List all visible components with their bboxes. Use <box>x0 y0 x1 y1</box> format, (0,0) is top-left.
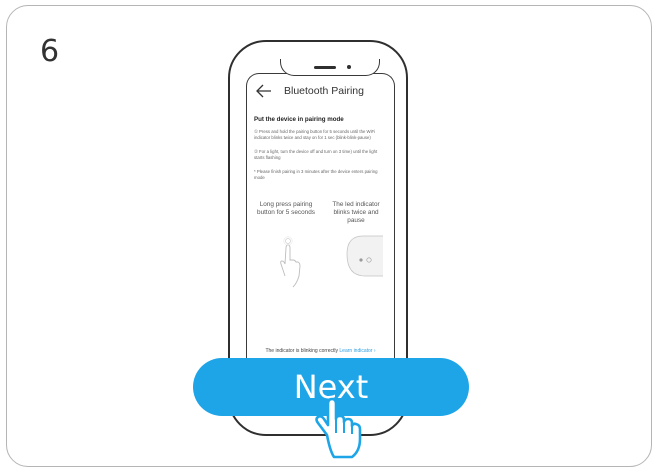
pairing-heading: Put the device in pairing mode <box>254 116 344 123</box>
arrow-left-icon[interactable] <box>255 82 273 100</box>
indicator-status: The indicator is blinking correctly Lear… <box>247 348 394 354</box>
instruction-2: ② For a light, turn the device off and t… <box>254 149 378 160</box>
illustration-label-led: The led indicator blinks twice and pause <box>332 201 380 224</box>
screen-header: Bluetooth Pairing <box>247 82 394 104</box>
learn-indicator-link[interactable]: Learn indicator › <box>339 348 375 354</box>
speaker-icon <box>314 66 336 69</box>
phone-screen: Bluetooth Pairing Put the device in pair… <box>246 73 395 373</box>
illustration-label-press: Long press pairing button for 5 seconds <box>257 201 315 216</box>
finger-press-icon <box>280 236 301 288</box>
step-number: 6 <box>40 34 60 69</box>
instruction-1: ① Press and hold the pairing button for … <box>254 129 376 140</box>
screen-title: Bluetooth Pairing <box>284 85 364 97</box>
instruction-note: * Please finish pairing in 3 minutes aft… <box>254 169 378 180</box>
hand-pointer-icon <box>315 397 362 459</box>
indicator-status-text: The indicator is blinking correctly <box>265 348 338 354</box>
camera-icon <box>347 65 351 69</box>
device-led-icon <box>346 235 383 277</box>
